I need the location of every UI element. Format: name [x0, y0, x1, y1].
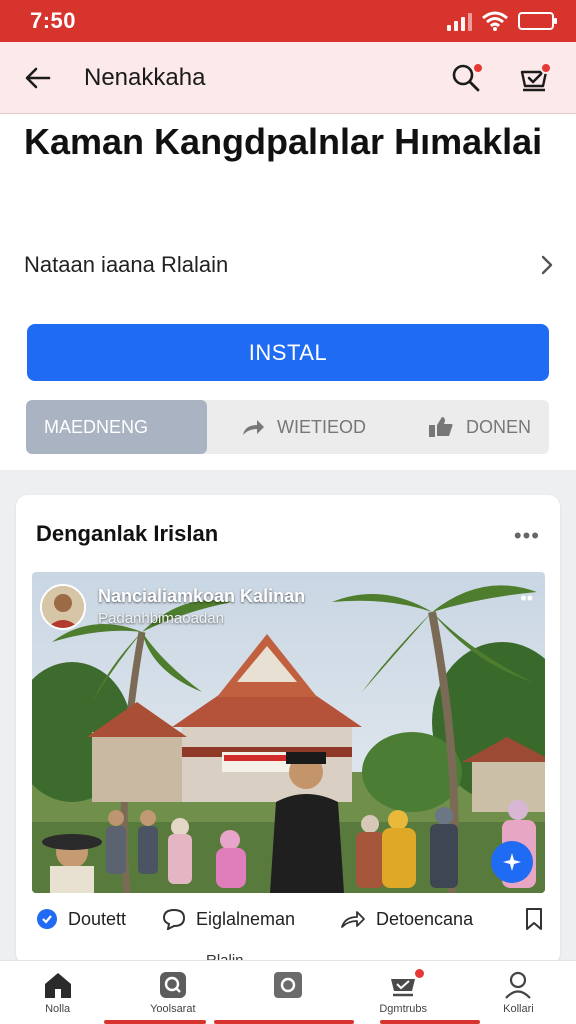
search-tile-icon	[159, 972, 186, 998]
status-time: 7:50	[30, 8, 77, 33]
segment-wietieod[interactable]: WIETIEOD	[207, 400, 387, 454]
page-title: Kaman Kangdpalnlar Hımaklai	[24, 121, 543, 162]
segment-label: MAEDNENG	[44, 416, 149, 437]
action-label: Eiglalneman	[196, 908, 296, 929]
segment-maedneng[interactable]: MAEDNENG	[26, 400, 207, 454]
post-image[interactable]: Nancialiamkoan Kalinan Padanhbimaoadan •…	[32, 572, 545, 893]
like-action[interactable]: Doutett	[36, 908, 162, 930]
action-label: Detoencana	[376, 908, 474, 929]
nav-label: Yoolsarat	[150, 1003, 196, 1015]
nav-profile[interactable]: Kollari	[461, 961, 576, 1024]
nav-search[interactable]: Yoolsarat	[115, 961, 230, 1024]
nav-indicator	[380, 1020, 480, 1024]
wifi-icon	[482, 11, 508, 31]
subtitle-text: Nataan iaana Rlalain	[24, 252, 229, 277]
nav-activity[interactable]: Dgmtrubs	[346, 961, 461, 1024]
author-avatar[interactable]	[40, 584, 86, 630]
signal-icon	[447, 11, 472, 31]
bottom-navigation: Nolla Yoolsarat Dgmtrubs Kollari	[0, 960, 576, 1024]
post-subtitle: Padanhbimaoadan	[98, 610, 224, 627]
nav-home[interactable]: Nolla	[0, 961, 115, 1024]
search-button[interactable]	[446, 58, 486, 98]
cart-button[interactable]	[514, 58, 554, 98]
card-title: Denganlak Irislan	[36, 521, 219, 546]
segment-donen[interactable]: DONEN	[387, 400, 549, 454]
segmented-control: MAEDNENG WIETIEOD DONEN	[26, 400, 549, 454]
install-button[interactable]: INSTAL	[27, 324, 549, 381]
bookmark-icon	[526, 908, 542, 930]
chevron-right-icon	[541, 255, 553, 275]
battery-icon	[518, 11, 558, 31]
status-bar: 7:50	[0, 0, 576, 42]
home-icon	[44, 973, 71, 998]
bookmark-action[interactable]	[516, 907, 544, 931]
nav-camera[interactable]	[230, 961, 345, 1024]
back-button[interactable]	[22, 62, 54, 94]
app-bar-title: Nenakkaha	[84, 63, 206, 91]
cart-badge	[540, 61, 552, 74]
card-more-button[interactable]: •••	[514, 523, 540, 549]
segment-label: WIETIEOD	[277, 416, 366, 437]
action-label: Doutett	[68, 908, 127, 929]
status-icons	[447, 11, 558, 31]
app-bar: Nenakkaha	[0, 42, 576, 114]
nav-badge	[414, 969, 424, 978]
sparkle-icon	[503, 853, 521, 871]
share-action[interactable]: Detoencana	[340, 909, 516, 930]
nav-label: Dgmtrubs	[379, 1003, 428, 1015]
segment-label: DONEN	[465, 416, 531, 437]
camera-icon	[274, 972, 302, 998]
share-arrow-icon	[243, 420, 264, 435]
share-icon	[341, 911, 365, 928]
post-author[interactable]: Nancialiamkoan Kalinan	[98, 586, 305, 607]
cart-nav-icon	[391, 979, 416, 997]
post-actions: Doutett Eiglalneman Detoencana	[36, 898, 544, 940]
nav-indicator	[104, 1020, 206, 1024]
reaction-fab[interactable]	[491, 841, 533, 883]
comment-action[interactable]: Eiglalneman	[162, 908, 340, 930]
thumbs-up-icon	[428, 417, 453, 437]
comment-icon	[162, 908, 186, 930]
post-card: Denganlak Irislan ••• Nancialiamkoan Kal…	[16, 495, 560, 965]
profile-icon	[505, 971, 532, 999]
nav-indicator	[214, 1020, 354, 1024]
nav-label: Nolla	[45, 1003, 71, 1015]
nav-label: Kollari	[503, 1003, 534, 1015]
arrow-left-icon	[25, 67, 51, 88]
subtitle-row[interactable]: Nataan iaana Rlalain	[24, 246, 554, 284]
post-overflow-button[interactable]: ••	[520, 588, 533, 609]
shield-like-icon	[37, 909, 57, 929]
notification-badge	[472, 61, 484, 74]
